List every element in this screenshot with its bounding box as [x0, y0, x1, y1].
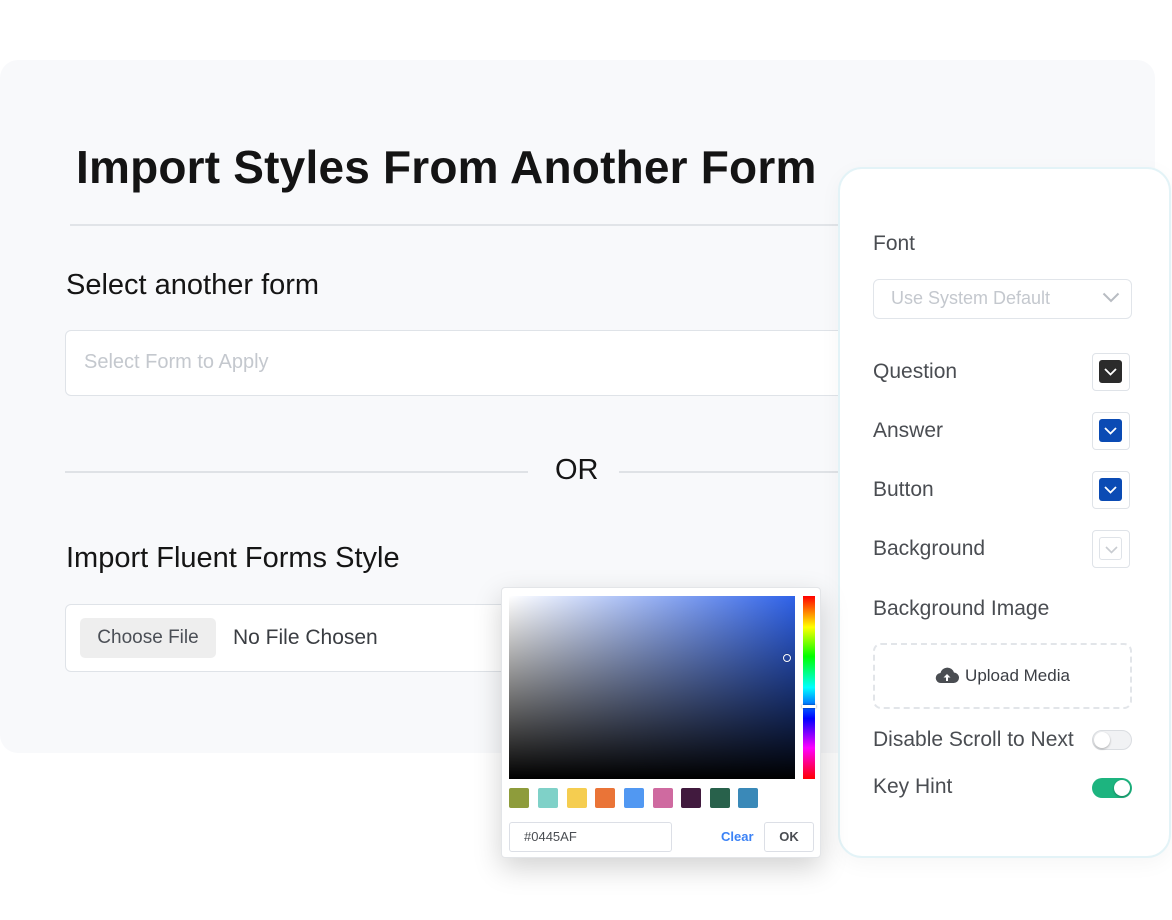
upload-media-dropzone[interactable]: Upload Media	[873, 643, 1132, 709]
cloud-upload-icon	[935, 667, 960, 684]
disable-scroll-toggle[interactable]	[1092, 730, 1132, 750]
preset-color-swatch[interactable]	[653, 788, 673, 808]
preset-color-swatch[interactable]	[538, 788, 558, 808]
toggle-knob	[1114, 780, 1130, 796]
background-image-label: Background Image	[873, 597, 1050, 620]
disable-scroll-label: Disable Scroll to Next	[873, 728, 1074, 751]
chevron-down-icon	[1104, 486, 1117, 494]
font-select-value: Use System Default	[891, 288, 1051, 308]
question-color-label: Question	[873, 360, 958, 383]
choose-file-button[interactable]: Choose File	[80, 618, 216, 658]
background-color-swatch[interactable]	[1092, 530, 1130, 568]
preset-color-swatch[interactable]	[509, 788, 529, 808]
title-divider	[70, 224, 860, 226]
button-color-label: Button	[873, 478, 934, 501]
upload-media-label: Upload Media	[965, 666, 1070, 685]
color-picker-popup: #0445AF Clear OK	[501, 587, 821, 858]
chevron-down-icon	[1104, 427, 1117, 435]
question-color-swatch[interactable]	[1092, 353, 1130, 391]
answer-color-fill	[1099, 419, 1122, 442]
select-form-heading: Select another form	[66, 269, 320, 301]
hue-slider[interactable]	[802, 596, 816, 779]
no-file-label: No File Chosen	[233, 626, 378, 649]
import-fluent-heading: Import Fluent Forms Style	[66, 542, 400, 574]
background-color-fill	[1099, 537, 1122, 560]
key-hint-label: Key Hint	[873, 775, 953, 798]
preset-color-swatch[interactable]	[624, 788, 644, 808]
hex-color-input[interactable]: #0445AF	[509, 822, 672, 852]
preset-color-swatch[interactable]	[681, 788, 701, 808]
chevron-down-icon	[1105, 546, 1118, 554]
answer-color-label: Answer	[873, 419, 944, 442]
question-color-fill	[1099, 360, 1122, 383]
file-input[interactable]: Choose File No File Chosen	[65, 604, 515, 672]
chevron-down-icon	[1104, 368, 1117, 376]
key-hint-toggle[interactable]	[1092, 778, 1132, 798]
clear-button[interactable]: Clear	[721, 829, 754, 844]
background-color-label: Background	[873, 537, 986, 560]
or-divider-left	[65, 471, 528, 473]
hue-slider-handle[interactable]	[802, 705, 816, 708]
page-title: Import Styles From Another Form	[76, 141, 817, 193]
preset-color-swatch[interactable]	[567, 788, 587, 808]
or-label: OR	[555, 454, 599, 486]
or-divider-right	[619, 471, 844, 473]
button-color-fill	[1099, 478, 1122, 501]
font-label: Font	[873, 232, 916, 255]
toggle-knob	[1094, 732, 1110, 748]
chevron-down-icon	[1102, 292, 1120, 303]
font-select[interactable]: Use System Default	[873, 279, 1132, 319]
button-color-swatch[interactable]	[1092, 471, 1130, 509]
preset-color-swatch[interactable]	[595, 788, 615, 808]
preset-color-swatch[interactable]	[710, 788, 730, 808]
form-select-dropdown[interactable]: Select Form to Apply	[65, 330, 855, 396]
ok-button[interactable]: OK	[764, 822, 814, 852]
saturation-value-area[interactable]	[509, 596, 795, 779]
answer-color-swatch[interactable]	[1092, 412, 1130, 450]
preset-color-swatch[interactable]	[738, 788, 758, 808]
style-settings-panel: Font Use System Default Question Answer …	[838, 167, 1171, 858]
color-cursor[interactable]	[783, 654, 791, 662]
